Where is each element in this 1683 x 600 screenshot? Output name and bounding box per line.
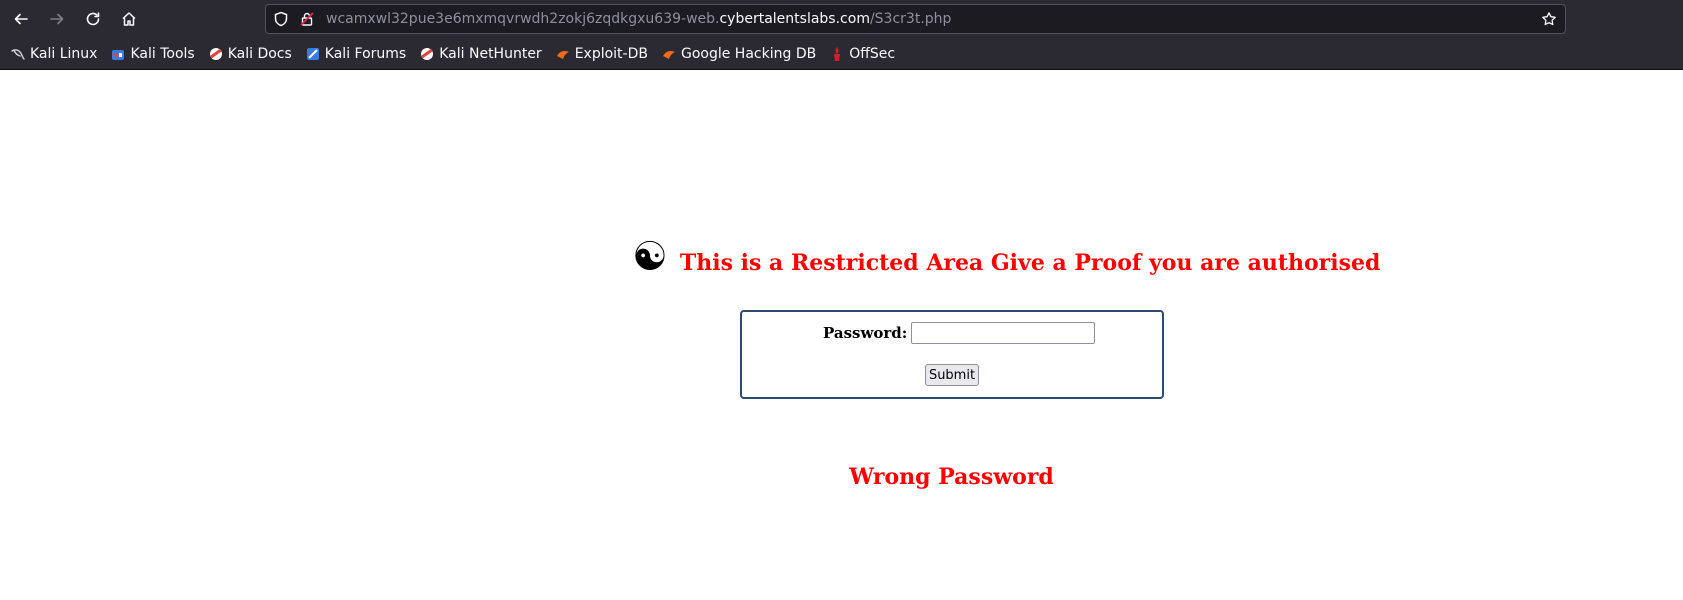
bookmark-exploit-db[interactable]: Exploit-DB [555, 46, 648, 62]
bookmark-google-hacking-db[interactable]: Google Hacking DB [661, 46, 816, 62]
bookmark-kali-forums[interactable]: Kali Forums [305, 46, 406, 62]
address-bar[interactable]: wcamxwl32pue3e6mxmqvrwdh2zokj6zqdkgxu639… [265, 4, 1566, 34]
shield-icon[interactable] [273, 11, 289, 27]
kali-forums-icon [305, 46, 321, 62]
password-input[interactable] [911, 322, 1096, 344]
bookmarks-toolbar: Kali Linux Kali Tools Kali Docs Kali For… [0, 38, 1683, 70]
password-row: Password: [823, 322, 1096, 344]
login-form: Password: Submit [740, 310, 1164, 399]
offsec-icon [829, 46, 845, 62]
browser-toolbar: wcamxwl32pue3e6mxmqvrwdh2zokj6zqdkgxu639… [0, 0, 1683, 38]
reload-button[interactable] [79, 5, 107, 33]
bookmark-label: Google Hacking DB [680, 45, 817, 62]
submit-button[interactable]: Submit [925, 364, 979, 386]
bookmark-kali-tools[interactable]: Kali Tools [110, 45, 195, 62]
home-button[interactable] [115, 5, 143, 33]
home-icon [122, 12, 136, 26]
url-text[interactable]: wcamxwl32pue3e6mxmqvrwdh2zokj6zqdkgxu639… [326, 11, 951, 27]
password-label: Password: [823, 324, 908, 342]
yin-yang-icon: ☯ [632, 234, 668, 280]
arrow-right-icon [50, 13, 64, 25]
bookmark-label: Kali NetHunter [439, 45, 542, 62]
bookmark-offsec[interactable]: OffSec [829, 46, 895, 62]
kali-nethunter-icon [419, 46, 435, 62]
bookmark-label: Kali Forums [324, 45, 407, 62]
kali-dragon-icon [10, 46, 26, 62]
url-prefix: wcamxwl32pue3e6mxmqvrwdh2zokj6zqdkgxu639… [326, 11, 720, 27]
forward-button[interactable] [43, 5, 71, 33]
bookmark-kali-docs[interactable]: Kali Docs [208, 46, 292, 62]
insecure-lock-icon[interactable] [299, 11, 315, 27]
bookmark-label: Kali Linux [30, 45, 98, 62]
bookmark-star-icon[interactable] [1541, 11, 1557, 27]
bookmark-label: OffSec [849, 45, 896, 62]
exploit-db-icon [555, 46, 571, 62]
arrow-left-icon [14, 13, 28, 25]
reload-icon [86, 12, 100, 26]
back-button[interactable] [7, 5, 35, 33]
bookmark-label: Exploit-DB [574, 45, 648, 62]
url-domain: cybertalentslabs.com [719, 11, 870, 27]
kali-docs-icon [208, 46, 224, 62]
restricted-area-title: This is a Restricted Area Give a Proof y… [679, 250, 1381, 276]
bookmark-label: Kali Docs [227, 45, 292, 62]
kali-tools-icon [110, 46, 126, 62]
bookmark-label: Kali Tools [130, 45, 195, 62]
ghdb-icon [661, 46, 677, 62]
error-message: Wrong Password [849, 464, 1054, 490]
bookmark-kali-nethunter[interactable]: Kali NetHunter [419, 45, 542, 62]
page-content: ☯ This is a Restricted Area Give a Proof… [0, 70, 1683, 600]
bookmark-kali-linux[interactable]: Kali Linux [10, 46, 97, 62]
url-path: /S3cr3t.php [869, 11, 952, 27]
page-heading: ☯ This is a Restricted Area Give a Proof… [632, 237, 1380, 277]
